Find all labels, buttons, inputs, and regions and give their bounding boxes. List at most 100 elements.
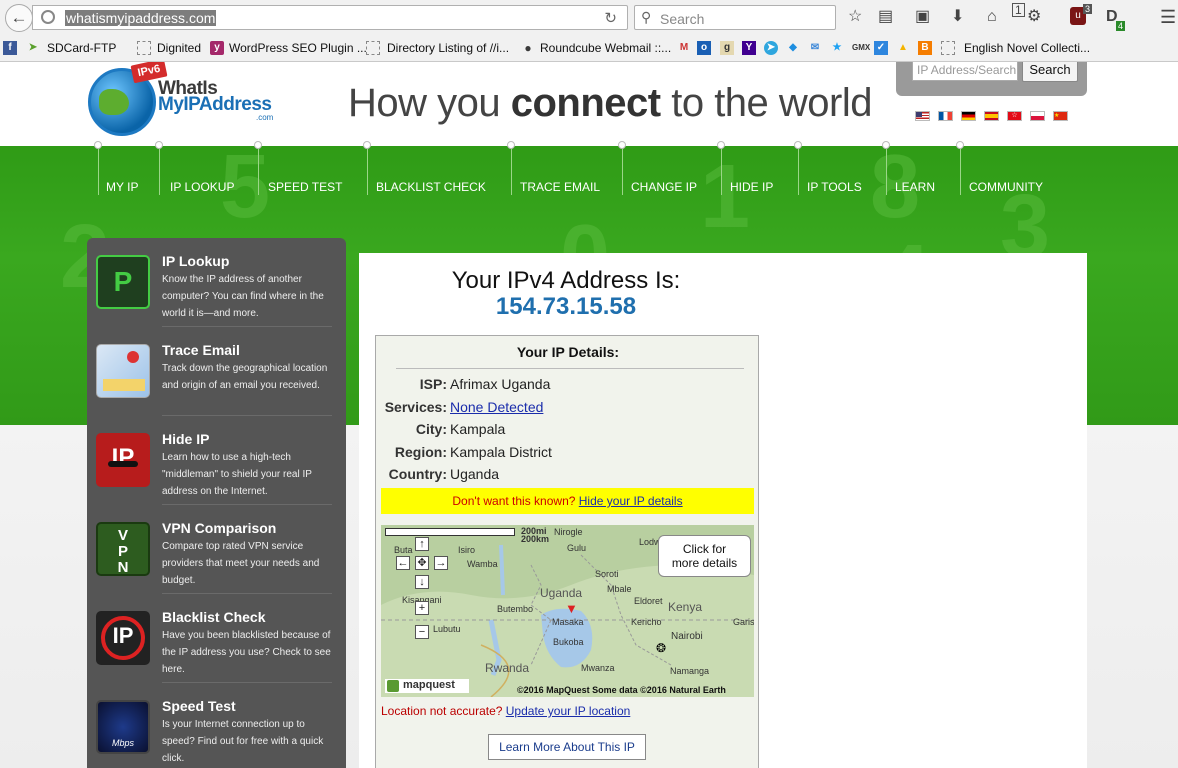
nav-speed-test[interactable]: SPEED TEST — [268, 180, 342, 194]
nav-dot — [507, 141, 515, 149]
pocket-icon[interactable]: ▣ — [915, 7, 930, 27]
detail-value-country: Uganda — [450, 466, 500, 482]
flag-us-icon[interactable] — [915, 111, 930, 121]
bookmark-wordpress-seo[interactable]: WordPress SEO Plugin ... — [229, 41, 367, 55]
bookmark-english-novel[interactable]: English Novel Collecti... — [964, 41, 1090, 55]
bookmark-dignited[interactable]: Dignited — [157, 41, 201, 55]
drive-icon[interactable]: ▲ — [896, 41, 910, 55]
nav-ip-tools[interactable]: IP TOOLS — [807, 180, 862, 194]
yahoo-icon[interactable]: Y — [742, 41, 756, 55]
map-label: Eldoret — [634, 596, 663, 606]
sidebar-item-blacklist[interactable]: IP Blacklist Check Have you been blackli… — [87, 594, 346, 683]
location-pin-icon[interactable]: ▼ — [565, 601, 578, 616]
logo-text-line2[interactable]: MyIPAddress — [158, 94, 272, 116]
tagline: How you connect to the world — [348, 81, 873, 126]
home-icon[interactable]: ⌂ — [987, 7, 997, 27]
nav-hide-ip[interactable]: HIDE IP — [730, 180, 773, 194]
flag-cn-icon[interactable]: ★ — [1053, 111, 1068, 121]
goodreads-icon[interactable]: g — [720, 41, 734, 55]
url-bar[interactable]: whatismyipaddress.com ↻ — [32, 5, 628, 30]
page-icon[interactable] — [941, 41, 955, 55]
blogger-icon[interactable]: B — [918, 41, 932, 55]
map-pan-down-icon[interactable]: ↓ — [415, 575, 429, 589]
sidebar-title: VPN Comparison — [162, 520, 277, 536]
yoast-icon[interactable]: y — [210, 41, 224, 55]
hide-ip-details-link[interactable]: Hide your IP details — [579, 494, 683, 508]
map-label-country: Uganda — [540, 586, 583, 600]
flag-tr-icon[interactable]: ☆ — [1007, 111, 1022, 121]
sidebar-item-speed-test[interactable]: Mbps Speed Test Is your Internet connect… — [87, 683, 346, 768]
site-search-button[interactable]: Search — [1022, 62, 1078, 82]
network-icon[interactable]: ⚙ — [1027, 7, 1041, 27]
twitter-icon[interactable]: ★ — [830, 41, 844, 55]
map-pan-left-icon[interactable]: ← — [396, 556, 410, 570]
page-icon[interactable] — [137, 41, 151, 55]
nav-ip-lookup[interactable]: IP LOOKUP — [170, 180, 234, 194]
detail-value-city: Kampala — [450, 421, 506, 437]
details-title: Your IP Details: — [516, 344, 620, 360]
flag-pl-icon[interactable] — [1030, 111, 1045, 121]
download-icon[interactable]: ⬇ — [951, 7, 964, 27]
warning-text: Don't want this known? — [452, 494, 576, 508]
reading-list-icon[interactable]: ▤ — [878, 7, 893, 27]
browser-search-box[interactable]: ⚲ Search — [634, 5, 836, 30]
map-pan-right-icon[interactable]: → — [434, 556, 448, 570]
detail-value-services[interactable]: None Detected — [450, 399, 543, 415]
nav-change-ip[interactable]: CHANGE IP — [631, 180, 697, 194]
flag-es-icon[interactable] — [984, 111, 999, 121]
mapquest-text: mapquest — [403, 679, 455, 691]
site-search-input[interactable]: IP Address/Search — [912, 62, 1018, 81]
roundcube-icon[interactable]: ● — [521, 41, 535, 55]
map-center-icon[interactable]: ✥ — [415, 556, 429, 570]
nav-dot — [882, 141, 890, 149]
gmail-icon[interactable]: M — [677, 41, 691, 55]
map-zoom-in-icon[interactable]: + — [415, 601, 429, 615]
mapquest-logo[interactable]: mapquest — [385, 679, 469, 693]
flag-de-icon[interactable] — [961, 111, 976, 121]
toolbar-counter[interactable]: 1 — [1012, 3, 1025, 17]
ublock-badge: 3 — [1083, 4, 1093, 14]
map-pan-up-icon[interactable]: ↑ — [415, 537, 429, 551]
nav-blacklist-check[interactable]: BLACKLIST CHECK — [376, 180, 486, 194]
page-icon[interactable] — [366, 41, 380, 55]
nav-trace-email[interactable]: TRACE EMAIL — [520, 180, 600, 194]
nav-community[interactable]: COMMUNITY — [969, 180, 1043, 194]
mail-icon[interactable]: ✉ — [808, 41, 822, 55]
map-label: Wamba — [467, 559, 498, 569]
map-label-country: Kenya — [668, 600, 703, 614]
map-zoom-out-icon[interactable]: − — [415, 625, 429, 639]
menu-icon[interactable]: ☰ — [1160, 7, 1176, 27]
url-text[interactable]: whatismyipaddress.com — [65, 10, 217, 26]
reload-icon[interactable]: ↻ — [604, 9, 617, 27]
sidebar-item-vpn[interactable]: VPN VPN Comparison Compare top rated VPN… — [87, 505, 346, 594]
update-location-link[interactable]: Update your IP location — [506, 704, 631, 718]
nav-learn[interactable]: LEARN — [895, 180, 935, 194]
hide-ip-icon: IP — [96, 433, 150, 487]
telegram-icon[interactable]: ➤ — [764, 41, 778, 55]
map-copyright: ©2016 MapQuest Some data ©2016 Natural E… — [517, 685, 726, 695]
bookmark-sdcard-ftp[interactable]: SDCard-FTP — [47, 41, 116, 55]
location-map[interactable]: Nirogle Lodwar Buta Isiro Gulu Wamba Sor… — [381, 525, 754, 697]
outlook-icon[interactable]: o — [697, 41, 711, 55]
sidebar-title: Hide IP — [162, 431, 210, 447]
sidebar-item-ip-lookup[interactable]: P IP Lookup Know the IP address of anoth… — [87, 238, 346, 327]
dropbox-icon[interactable]: ◆ — [786, 41, 800, 55]
flag-fr-icon[interactable] — [938, 111, 953, 121]
sidebar-title: Trace Email — [162, 342, 240, 358]
bookmark-roundcube[interactable]: Roundcube Webmail ::... — [540, 41, 671, 55]
nav-my-ip[interactable]: MY IP — [106, 180, 138, 194]
bookmark-directory-listing[interactable]: Directory Listing of //i... — [387, 41, 509, 55]
map-tooltip[interactable]: Click for more details — [658, 535, 751, 577]
facebook-icon[interactable]: f — [3, 41, 17, 55]
web-page: IPv6 WhatIs MyIPAddress .com How you con… — [0, 62, 1178, 768]
gmx-icon[interactable]: GMX — [852, 41, 870, 55]
ftp-icon[interactable]: ➤ — [26, 41, 40, 55]
map-label: Namanga — [670, 666, 710, 676]
bookmark-star-icon[interactable]: ☆ — [848, 7, 862, 27]
location-accuracy: Location not accurate? Update your IP lo… — [381, 704, 630, 718]
learn-more-button[interactable]: Learn More About This IP — [488, 734, 646, 760]
check-icon[interactable]: ✓ — [874, 41, 888, 55]
sidebar-item-hide-ip[interactable]: IP Hide IP Learn how to use a high-tech … — [87, 416, 346, 505]
sidebar-item-trace-email[interactable]: Trace Email Track down the geographical … — [87, 327, 346, 416]
back-button[interactable]: ← — [5, 4, 33, 32]
